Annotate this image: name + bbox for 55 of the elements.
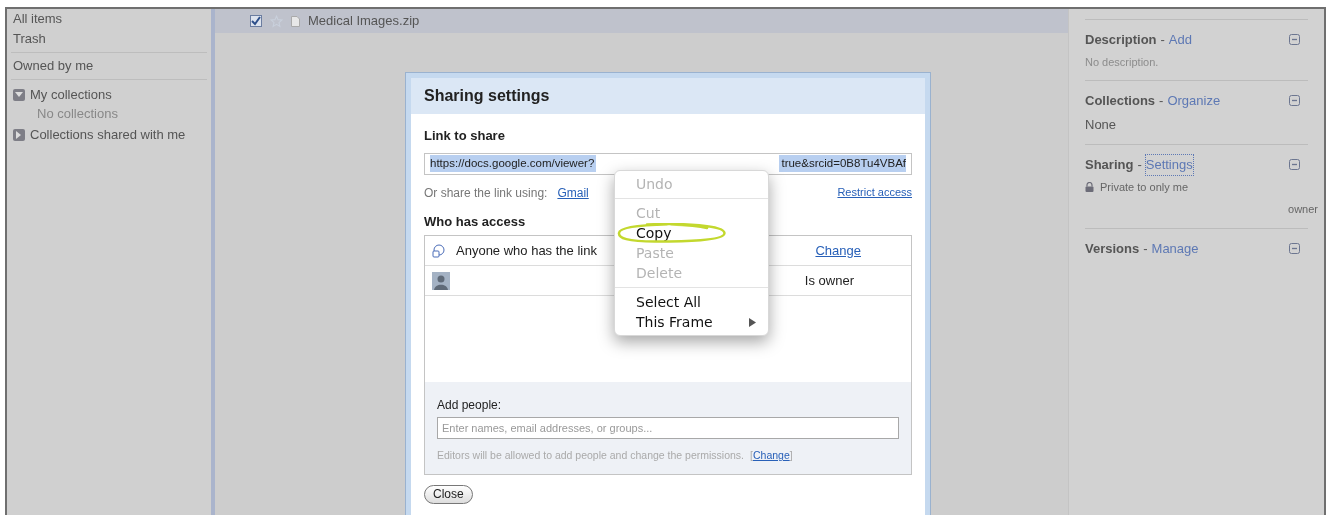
sidebar-item[interactable]: Trash <box>7 29 52 49</box>
share-label: Or share the link using: <box>424 184 548 202</box>
bracket: ] <box>789 448 793 464</box>
section-link[interactable]: Add <box>1168 30 1192 50</box>
separator-text: - <box>1160 31 1165 49</box>
menu-item[interactable]: This Frame <box>615 312 768 332</box>
collapse-icon[interactable] <box>1289 159 1300 171</box>
access-text: Anyone who has the link <box>456 241 597 260</box>
expand-toggle-icon[interactable] <box>13 129 25 141</box>
menu-item[interactable]: Copy <box>615 223 768 243</box>
people-icon <box>432 243 446 258</box>
section-title: Collections <box>1085 92 1156 110</box>
field-label: Add people: <box>437 397 502 415</box>
lock-icon <box>1085 181 1094 192</box>
separator-text: - <box>1159 92 1164 110</box>
section-link[interactable]: Manage <box>1151 238 1199 258</box>
sidebar-item[interactable]: Owned by me <box>7 56 100 76</box>
collapse-icon[interactable] <box>1289 95 1300 107</box>
role-label: Is owner <box>804 271 854 290</box>
file-icon <box>291 15 300 27</box>
submenu-arrow-icon <box>749 317 756 327</box>
dialog-title: Sharing settings <box>424 86 550 106</box>
section-heading: Link to share <box>424 127 505 145</box>
section-title: Versions <box>1085 239 1140 258</box>
section-title: Sharing <box>1085 156 1134 174</box>
sidebar-item[interactable]: All items <box>7 9 69 29</box>
section-link[interactable]: Settings <box>1145 155 1193 175</box>
description-text: No description. <box>1085 54 1159 70</box>
change-link[interactable]: Change <box>815 240 861 261</box>
role-label: owner <box>1288 202 1318 217</box>
share-link[interactable]: Gmail <box>557 183 589 202</box>
editors-note: Editors will be allowed to add people and change the permissions. <box>437 448 745 464</box>
selected-text: https://docs.google.com/viewer? <box>430 154 597 173</box>
separator-text: - <box>1143 239 1148 258</box>
menu-item[interactable]: Select All <box>615 292 768 312</box>
collection-item[interactable]: Collections shared with me <box>30 125 186 145</box>
empty-note: No collections <box>36 105 118 123</box>
separator-text: - <box>1137 156 1142 174</box>
bracket: [ <box>750 448 753 464</box>
section-heading: Who has access <box>424 212 526 231</box>
selected-text: true&srcid=0B8Tu4VBAf <box>779 154 906 173</box>
file-name[interactable]: Medical Images.zip <box>308 11 420 31</box>
collections-text: None <box>1085 115 1117 134</box>
close-button[interactable]: Close <box>424 485 473 504</box>
avatar-icon <box>432 271 450 290</box>
restrict-access-link[interactable]: Restrict access <box>837 184 912 201</box>
collapse-toggle-icon[interactable] <box>13 89 25 101</box>
section-link[interactable]: Organize <box>1167 91 1221 111</box>
checkbox[interactable] <box>250 15 262 27</box>
people-field[interactable]: Enter names, email addresses, or groups... <box>437 417 899 440</box>
collapse-icon[interactable] <box>1289 242 1300 254</box>
collapse-icon[interactable] <box>1289 34 1300 46</box>
sharing-status: Private to only me <box>1100 179 1189 195</box>
collection-item[interactable]: My collections <box>30 85 112 105</box>
section-title: Description <box>1085 31 1157 49</box>
